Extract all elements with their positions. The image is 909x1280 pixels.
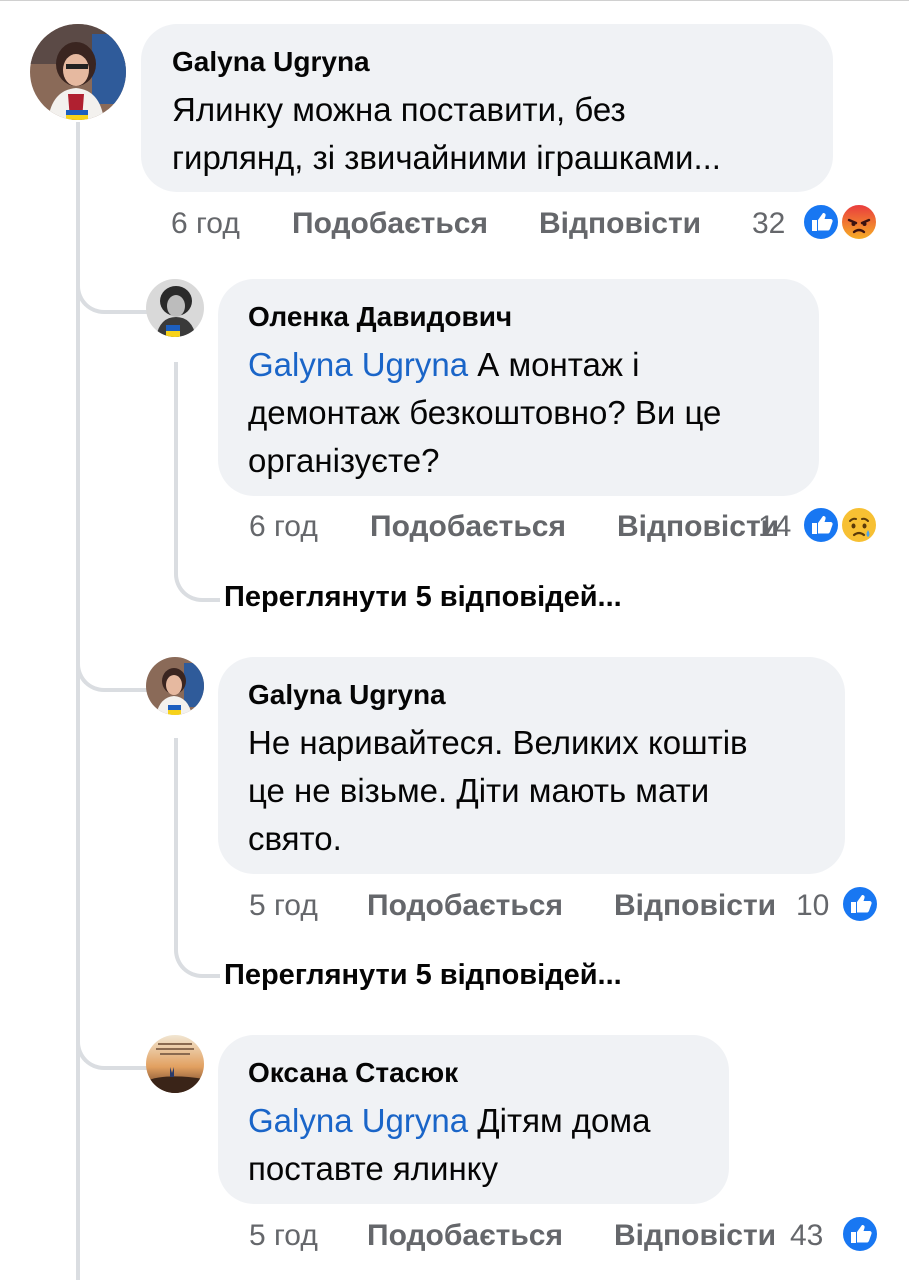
comment-text: Galyna Ugryna Дітям дома поставте ялинку <box>248 1097 650 1193</box>
reaction-count[interactable]: 32 <box>752 207 785 241</box>
avatar[interactable] <box>146 279 204 337</box>
comment-text: Ялинку можна поставити, без гирлянд, зі … <box>172 86 721 182</box>
like-icon[interactable] <box>841 1215 879 1253</box>
thread-connector <box>174 540 220 602</box>
like-icon[interactable] <box>802 203 840 241</box>
like-button[interactable]: Подобається <box>367 889 563 923</box>
reply-button[interactable]: Відповісти <box>617 510 779 544</box>
comment-text-line: Ялинку можна поставити, без <box>172 91 626 128</box>
comment-text-line: Galyna Ugryna Дітям дома <box>248 1097 650 1145</box>
comment-text: Galyna Ugryna А монтаж і демонтаж безкош… <box>248 341 721 485</box>
like-button[interactable]: Подобається <box>292 207 488 241</box>
avatar[interactable] <box>30 24 126 120</box>
comment-text-line: організуєте? <box>248 442 440 479</box>
comment-author[interactable]: Оленка Давидович <box>248 301 512 333</box>
reply-button[interactable]: Відповісти <box>614 889 776 923</box>
comment-text: Не наривайтеся. Великих коштів це не віз… <box>248 719 748 863</box>
comment-text-line: поставте ялинку <box>248 1150 498 1187</box>
comment-text-line: демонтаж безкоштовно? Ви це <box>248 394 722 431</box>
reaction-count[interactable]: 43 <box>790 1219 823 1253</box>
mention-link[interactable]: Galyna Ugryna <box>248 1102 468 1139</box>
thread-line-reply-2 <box>174 738 178 918</box>
comment-bubble: Оленка Давидович Galyna Ugryna А монтаж … <box>218 279 819 496</box>
thread-connector <box>76 250 150 314</box>
like-icon[interactable] <box>802 506 840 544</box>
view-replies-link[interactable]: Переглянути 5 відповідей... <box>224 959 622 992</box>
reply-button[interactable]: Відповісти <box>614 1219 776 1253</box>
comment-text-fragment: Дітям дома <box>477 1102 651 1139</box>
angry-icon[interactable] <box>840 203 878 241</box>
top-divider <box>0 0 909 7</box>
comment-text-line: Не наривайтеся. Великих коштів <box>248 724 748 761</box>
mention-link[interactable]: Galyna Ugryna <box>248 346 468 383</box>
avatar[interactable] <box>146 1035 204 1093</box>
comment-text-line: Galyna Ugryna А монтаж і <box>248 341 721 389</box>
reaction-count[interactable]: 14 <box>758 510 791 544</box>
comment-author[interactable]: Galyna Ugryna <box>248 679 446 711</box>
thread-connector <box>174 916 220 978</box>
comment-bubble: Оксана Стасюк Galyna Ugryna Дітям дома п… <box>218 1035 729 1204</box>
comment-time[interactable]: 5 год <box>249 1219 318 1253</box>
thread-connector <box>76 1008 150 1070</box>
like-icon[interactable] <box>841 885 879 923</box>
comment-text-fragment: А монтаж і <box>477 346 640 383</box>
comment-bubble: Galyna Ugryna Не наривайтеся. Великих ко… <box>218 657 845 874</box>
comment-time[interactable]: 6 год <box>171 207 240 241</box>
comment-bubble: Galyna Ugryna Ялинку можна поставити, бе… <box>141 24 833 192</box>
thread-line-reply-1 <box>174 362 178 542</box>
comment-author[interactable]: Оксана Стасюк <box>248 1057 458 1089</box>
comment-text-line: це не візьме. Діти мають мати <box>248 772 710 809</box>
comment-time[interactable]: 5 год <box>249 889 318 923</box>
reply-button[interactable]: Відповісти <box>539 207 701 241</box>
comment-text-line: свято. <box>248 820 342 857</box>
comment-time[interactable]: 6 год <box>249 510 318 544</box>
like-button[interactable]: Подобається <box>367 1219 563 1253</box>
sad-icon[interactable] <box>840 506 878 544</box>
view-replies-link[interactable]: Переглянути 5 відповідей... <box>224 581 622 614</box>
reaction-count[interactable]: 10 <box>796 889 829 923</box>
comment-author[interactable]: Galyna Ugryna <box>172 46 370 78</box>
thread-connector <box>76 630 150 692</box>
like-button[interactable]: Подобається <box>370 510 566 544</box>
comment-text-line: гирлянд, зі звичайними іграшками... <box>172 139 721 176</box>
avatar[interactable] <box>146 657 204 715</box>
